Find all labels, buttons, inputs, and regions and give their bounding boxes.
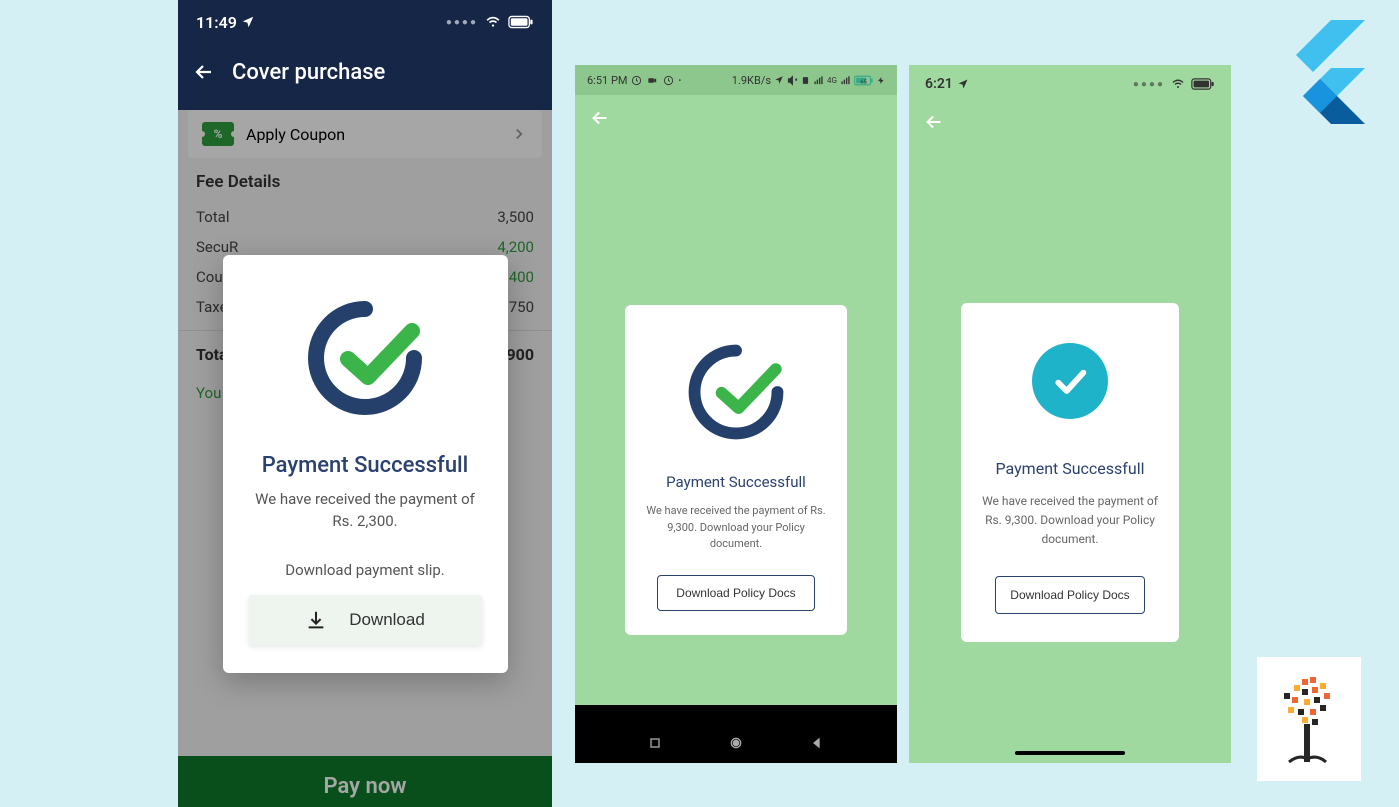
payment-success-modal: Payment Successfull We have received the… [223, 255, 508, 673]
location-arrow-icon [957, 78, 969, 90]
recent-apps-button[interactable] [647, 735, 663, 751]
payment-success-card: Payment Successfull We have received the… [625, 305, 847, 635]
nav-dead-zone [575, 705, 897, 723]
location-arrow-icon [241, 15, 255, 29]
modal-title: Payment Successfull [249, 453, 482, 478]
back-button[interactable] [809, 735, 825, 751]
download-icon [305, 609, 327, 631]
app-header: Cover purchase [178, 44, 552, 100]
mute-icon [787, 75, 798, 86]
time-text: 6:51 PM [587, 74, 627, 87]
status-icons: ●●●● [446, 15, 534, 29]
status-left: 6:51 PM • [587, 74, 681, 87]
back-button[interactable] [909, 103, 1231, 145]
modal-overlay: Payment Successfull We have received the… [178, 110, 552, 807]
flutter-logo-icon [1281, 20, 1365, 124]
data-speed: 1.9KB/s [732, 74, 771, 87]
card-text: We have received the payment of Rs. 9,30… [645, 503, 827, 553]
modal-subtext: Download payment slip. [249, 561, 482, 579]
phone-ios-success: 6:21 ●●●● Payment Successfull We have re… [909, 65, 1231, 763]
page-content: % Apply Coupon Fee Details Total3,500 Se… [178, 110, 552, 807]
home-indicator[interactable] [1015, 751, 1125, 755]
back-arrow-icon [923, 111, 945, 133]
brand-logo-icon [1257, 657, 1361, 781]
card-title: Payment Successfull [645, 473, 827, 491]
card-text: We have received the payment of Rs. 9,30… [979, 492, 1161, 550]
modal-text: We have received the payment of Rs. 2,30… [249, 488, 482, 533]
battery-icon: 65 [854, 75, 874, 86]
signal-icon [840, 75, 851, 86]
card-title: Payment Successfull [979, 459, 1161, 478]
back-arrow-icon[interactable] [192, 60, 216, 84]
location-icon [774, 75, 784, 85]
status-bar: 6:21 ●●●● [909, 65, 1231, 103]
signal-icon [813, 75, 824, 86]
clock-icon [631, 75, 642, 86]
success-check-icon [300, 293, 430, 423]
phone-android-success: 6:51 PM • 1.9KB/s 4G 65 Payment Suc [575, 65, 897, 763]
battery-icon [508, 15, 534, 29]
wifi-icon [484, 15, 502, 29]
status-right: 1.9KB/s 4G 65 [732, 74, 885, 87]
time-text: 6:21 [925, 76, 953, 92]
video-icon [646, 75, 659, 86]
status-time: 11:49 [196, 13, 255, 32]
battery-icon [1191, 78, 1215, 90]
status-bar: 6:51 PM • 1.9KB/s 4G 65 [575, 65, 897, 95]
time-text: 11:49 [196, 13, 237, 32]
download-label: Download [349, 610, 425, 630]
download-policy-button[interactable]: Download Policy Docs [995, 576, 1144, 614]
svg-text:65: 65 [860, 79, 866, 85]
success-check-icon [1032, 343, 1108, 419]
download-policy-button[interactable]: Download Policy Docs [657, 575, 814, 611]
network-4g: 4G [827, 76, 837, 85]
phone-cover-purchase: 11:49 ●●●● Cover purchase % Apply Coupon… [178, 0, 552, 807]
home-button[interactable] [728, 735, 744, 751]
back-arrow-icon [589, 107, 611, 129]
signal-dots-icon: ●●●● [446, 17, 478, 28]
sim-icon [801, 75, 810, 86]
charge-icon [877, 75, 885, 86]
page-title: Cover purchase [232, 60, 385, 85]
clock-icon [663, 75, 674, 86]
android-nav-bar [575, 723, 897, 763]
status-bar: 11:49 ●●●● [178, 0, 552, 44]
dot-icon: • [678, 76, 681, 85]
signal-dots-icon: ●●●● [1133, 79, 1165, 90]
payment-success-card: Payment Successfull We have received the… [961, 303, 1179, 642]
wifi-icon [1170, 78, 1186, 90]
download-button[interactable]: Download [249, 595, 482, 645]
back-button[interactable] [575, 95, 897, 145]
success-check-icon [681, 337, 791, 447]
